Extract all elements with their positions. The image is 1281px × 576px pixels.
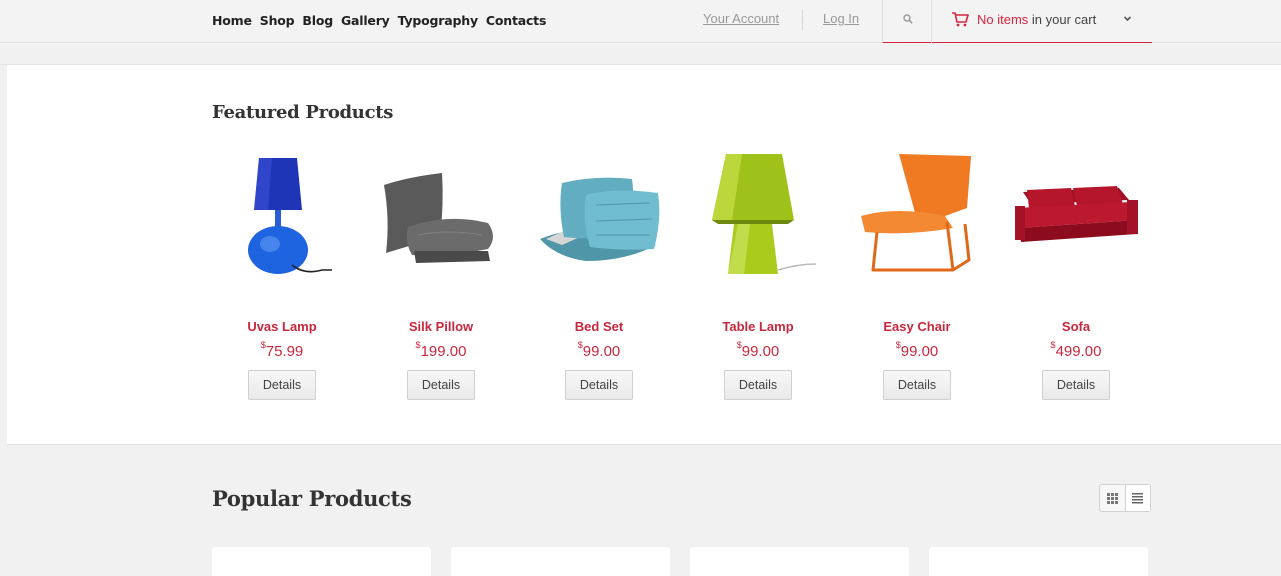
details-button[interactable]: Details [1042, 370, 1110, 400]
nav-blog[interactable]: Blog [302, 13, 333, 28]
popular-product-card[interactable] [690, 547, 909, 576]
orange-chair-image [861, 154, 971, 272]
login-link[interactable]: Log In [823, 11, 859, 26]
subheader-strip [0, 43, 1281, 65]
product-image[interactable] [533, 145, 665, 285]
product-price: $99.00 [692, 340, 824, 360]
product-card-silk-pillow: Silk Pillow $199.00 Details [375, 145, 507, 400]
product-image[interactable] [1010, 145, 1142, 285]
grid-view-icon [1106, 492, 1118, 504]
product-name[interactable]: Bed Set [533, 319, 665, 334]
product-card-easy-chair: Easy Chair $99.00 Details [851, 145, 983, 400]
product-name[interactable]: Silk Pillow [375, 319, 507, 334]
product-card-bed-set: Bed Set $99.00 Details [533, 145, 665, 400]
nav-typography[interactable]: Typography [398, 13, 478, 28]
product-price: $99.00 [533, 340, 665, 360]
view-toggle [1099, 484, 1151, 512]
details-button[interactable]: Details [883, 370, 951, 400]
price-value: 75.99 [265, 343, 304, 360]
product-price: $199.00 [375, 340, 507, 360]
featured-products-section: Featured Products Uvas Lamp $75.99 Detai… [7, 65, 1281, 445]
price-value: 99.00 [582, 343, 621, 360]
popular-product-card[interactable] [212, 547, 431, 576]
product-name[interactable]: Sofa [1010, 319, 1142, 334]
popular-products-title: Popular Products [212, 486, 412, 511]
your-account-link[interactable]: Your Account [703, 11, 779, 26]
cart-items-count: No items [977, 12, 1029, 27]
currency-symbol: $ [736, 340, 742, 350]
top-bar: Home Shop Blog Gallery Typography Contac… [0, 0, 1281, 44]
blue-lamp-image [248, 158, 332, 274]
cart-status: No items in your cart [977, 12, 1096, 27]
product-card-uvas-lamp: Uvas Lamp $75.99 Details [216, 145, 348, 400]
price-value: 199.00 [420, 343, 467, 360]
divider [802, 10, 803, 30]
price-value: 99.00 [741, 343, 780, 360]
product-card-sofa: Sofa $499.00 Details [1010, 145, 1142, 400]
grid-view-button[interactable] [1100, 485, 1125, 511]
list-view-button[interactable] [1124, 485, 1150, 511]
product-name[interactable]: Table Lamp [692, 319, 824, 334]
currency-symbol: $ [577, 340, 583, 350]
sofa-image [1015, 186, 1138, 242]
product-price: $499.00 [1010, 340, 1142, 360]
details-button[interactable]: Details [724, 370, 792, 400]
currency-symbol: $ [260, 340, 266, 350]
popular-product-card[interactable] [929, 547, 1148, 576]
nav-gallery[interactable]: Gallery [341, 13, 390, 28]
cart-status-rest: in your cart [1028, 12, 1097, 27]
nav-home[interactable]: Home [212, 13, 252, 28]
currency-symbol: $ [415, 340, 421, 350]
nav-shop[interactable]: Shop [260, 13, 295, 28]
currency-symbol: $ [1050, 340, 1056, 350]
search-icon [903, 14, 913, 24]
popular-product-card[interactable] [451, 547, 670, 576]
green-lamp-image [712, 154, 817, 274]
chevron-down-icon [1123, 16, 1132, 22]
price-value: 99.00 [900, 343, 939, 360]
main-nav: Home Shop Blog Gallery Typography Contac… [212, 13, 554, 28]
product-card-table-lamp: Table Lamp $99.00 Details [692, 145, 824, 400]
featured-products-title: Featured Products [212, 102, 394, 123]
details-button[interactable]: Details [565, 370, 633, 400]
bed-set-image [540, 177, 660, 261]
product-name[interactable]: Easy Chair [851, 319, 983, 334]
currency-symbol: $ [895, 340, 901, 350]
cart-icon [952, 12, 969, 27]
price-value: 499.00 [1055, 343, 1102, 360]
cart-dropdown[interactable]: No items in your cart [931, 0, 1152, 44]
product-image[interactable] [692, 145, 824, 285]
nav-contacts[interactable]: Contacts [486, 13, 546, 28]
product-image[interactable] [375, 145, 507, 285]
product-price: $75.99 [216, 340, 348, 360]
search-button[interactable] [882, 0, 931, 44]
product-price: $99.00 [851, 340, 983, 360]
product-image[interactable] [216, 145, 348, 285]
pillow-image [384, 173, 493, 263]
list-view-icon [1132, 492, 1144, 503]
details-button[interactable]: Details [407, 370, 475, 400]
product-name[interactable]: Uvas Lamp [216, 319, 348, 334]
details-button[interactable]: Details [248, 370, 316, 400]
product-image[interactable] [851, 145, 983, 285]
